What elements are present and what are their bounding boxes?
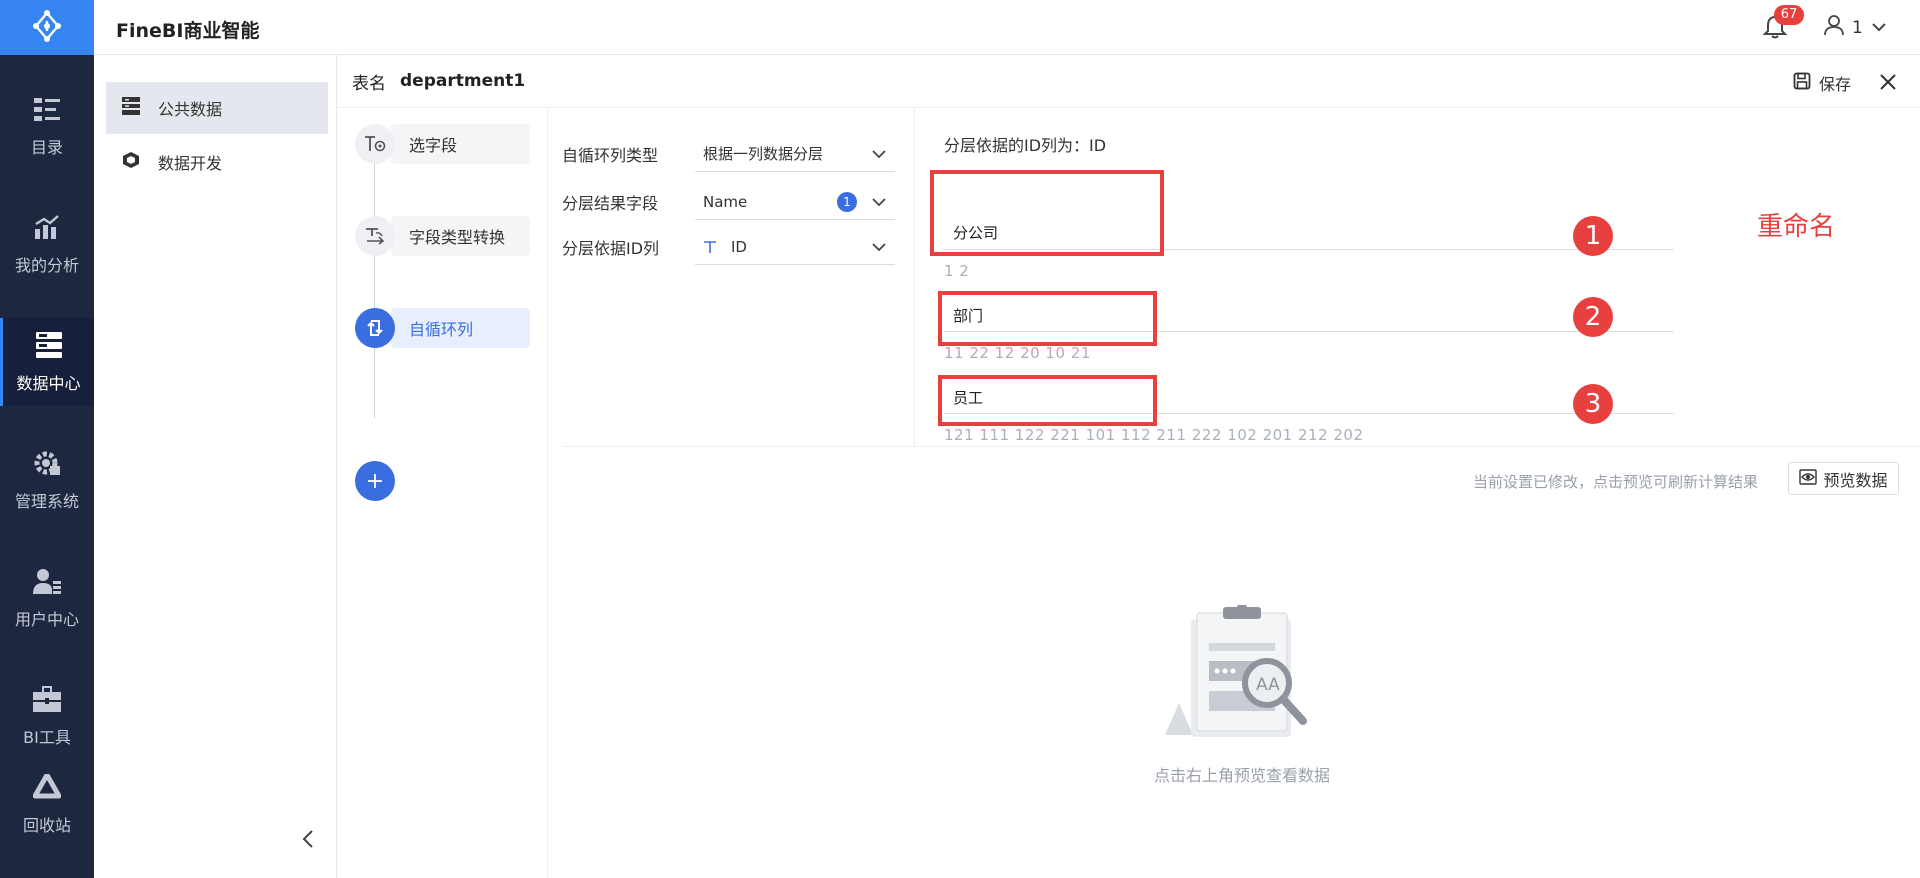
save-button[interactable]: 保存 [1793, 71, 1851, 95]
public-data-icon [122, 97, 140, 119]
step-connector [374, 148, 375, 418]
step-label: 字段类型转换 [391, 216, 530, 256]
step-label: 选字段 [391, 124, 530, 164]
preview-data-button[interactable]: 预览数据 [1788, 462, 1899, 495]
nav-item-bi-tools[interactable]: BI工具 [0, 672, 94, 760]
toolbox-icon [32, 684, 62, 714]
collapse-sidebar-icon[interactable] [298, 827, 318, 851]
config-result-select[interactable]: Name 1 [695, 184, 895, 220]
nav-item-recycle-bin[interactable]: 回收站 [0, 760, 94, 848]
save-icon [1793, 72, 1811, 94]
annotation-box-1 [930, 170, 1164, 256]
top-header: FineBI商业智能 67 1 [94, 0, 1920, 55]
table-title-bar: 表名 department1 [337, 55, 1920, 108]
step-list: 选字段 字段类型转换 自循环列 + [337, 108, 548, 878]
chevron-down-icon [1871, 18, 1887, 38]
nav-label: 数据中心 [16, 374, 81, 393]
add-step-button[interactable]: + [355, 461, 395, 501]
step-label: 自循环列 [391, 308, 530, 348]
hierarchy-panel: 分层依据的ID列为：ID 分公司 1 2 部门 11 22 12 20 10 2… [916, 108, 1920, 446]
step-select-fields[interactable]: 选字段 [355, 124, 530, 164]
user-name: 1 [1852, 17, 1863, 38]
svg-text:AA: AA [1256, 675, 1280, 695]
level-ids-1: 1 2 [944, 262, 970, 280]
chevron-down-icon [871, 146, 887, 162]
type-convert-icon [355, 216, 395, 256]
text-type-icon [703, 240, 717, 254]
config-row-type: 自循环列类型 根据一列数据分层 [562, 136, 915, 172]
config-result-label: 分层结果字段 [562, 194, 659, 213]
nav-label: 管理系统 [14, 492, 79, 511]
left-nav: 目录 我的分析 数据中心 管理系统 用户中心 BI工具 回收站 [0, 0, 94, 878]
save-label: 保存 [1819, 75, 1852, 94]
nav-item-catalog[interactable]: 目录 [0, 82, 94, 170]
eye-icon [1799, 468, 1818, 489]
database-icon [34, 330, 64, 360]
hierarchy-title: 分层依据的ID列为：ID [944, 136, 1107, 155]
config-result-value: Name [703, 192, 748, 211]
annotation-box-2 [938, 291, 1157, 346]
nav-item-data-center[interactable]: 数据中心 [0, 318, 94, 406]
cube-icon [122, 151, 140, 173]
app-title: FineBI商业智能 [116, 20, 260, 42]
self-loop-config: 自循环列类型 根据一列数据分层 分层结果字段 Name 1 分层依据ID列 ID [562, 108, 915, 446]
gear-icon [32, 448, 62, 478]
annotation-box-3 [938, 375, 1157, 426]
preview-button-label: 预览数据 [1823, 470, 1888, 490]
level-ids-3: 121 111 122 221 101 112 211 222 102 201 … [944, 426, 1364, 444]
step-field-type-convert[interactable]: 字段类型转换 [355, 216, 530, 256]
preview-divider [562, 446, 1920, 447]
config-id-value: ID [731, 237, 747, 256]
analysis-chart-icon [32, 212, 62, 242]
config-type-select[interactable]: 根据一列数据分层 [695, 136, 895, 172]
annotation-marker-3: 3 [1573, 384, 1613, 424]
close-icon[interactable] [1877, 71, 1899, 93]
empty-state-text: 点击右上角预览查看数据 [1154, 766, 1331, 785]
config-id-label: 分层依据ID列 [562, 239, 660, 258]
chevron-down-icon [871, 239, 887, 255]
app-logo[interactable] [0, 0, 94, 55]
annotation-marker-1: 1 [1573, 216, 1613, 256]
user-card-icon [32, 566, 62, 596]
logo-icon [29, 8, 65, 48]
config-id-select[interactable]: ID [695, 229, 895, 265]
preview-hint-text: 当前设置已修改，点击预览可刷新计算结果 [1473, 473, 1759, 491]
nav-item-my-analysis[interactable]: 我的分析 [0, 200, 94, 288]
nav-item-management[interactable]: 管理系统 [0, 436, 94, 524]
config-type-label: 自循环列类型 [562, 146, 659, 165]
nav-label: 目录 [30, 138, 63, 157]
self-loop-icon [355, 308, 395, 348]
config-row-id: 分层依据ID列 ID [562, 229, 915, 265]
empty-state-illustration: AA [1157, 603, 1327, 745]
editor-main: 表名 department1 保存 选字段 字段类型转换 自循环列 + 自循环列… [337, 55, 1920, 878]
config-type-value: 根据一列数据分层 [703, 145, 824, 163]
data-center-sidebar: 公共数据 数据开发 [94, 55, 337, 878]
nav-label: 回收站 [22, 816, 71, 835]
notification-badge: 67 [1774, 5, 1804, 25]
nav-label: 我的分析 [14, 256, 79, 275]
field-select-icon [355, 124, 395, 164]
sidebar-item-label: 数据开发 [158, 154, 223, 173]
annotation-marker-2: 2 [1573, 297, 1613, 337]
table-name-label: 表名 [352, 73, 386, 94]
nav-label: 用户中心 [14, 610, 79, 629]
table-name-value[interactable]: department1 [400, 71, 525, 91]
user-menu[interactable]: 1 [1824, 14, 1887, 41]
user-icon [1824, 14, 1844, 41]
sidebar-item-label: 公共数据 [158, 100, 223, 119]
chevron-down-icon [871, 194, 887, 210]
sidebar-item-public-data[interactable]: 公共数据 [106, 82, 328, 134]
nav-label: BI工具 [23, 728, 71, 747]
sidebar-item-data-development[interactable]: 数据开发 [106, 136, 328, 188]
step-self-loop-column[interactable]: 自循环列 [355, 308, 530, 348]
config-row-result: 分层结果字段 Name 1 [562, 184, 915, 220]
nav-item-user-center[interactable]: 用户中心 [0, 554, 94, 642]
recycle-icon [32, 772, 62, 802]
level-ids-2: 11 22 12 20 10 21 [944, 344, 1091, 362]
selected-count-badge: 1 [837, 192, 857, 212]
rename-annotation: 重命名 [1757, 212, 1836, 242]
catalog-icon [32, 94, 62, 124]
